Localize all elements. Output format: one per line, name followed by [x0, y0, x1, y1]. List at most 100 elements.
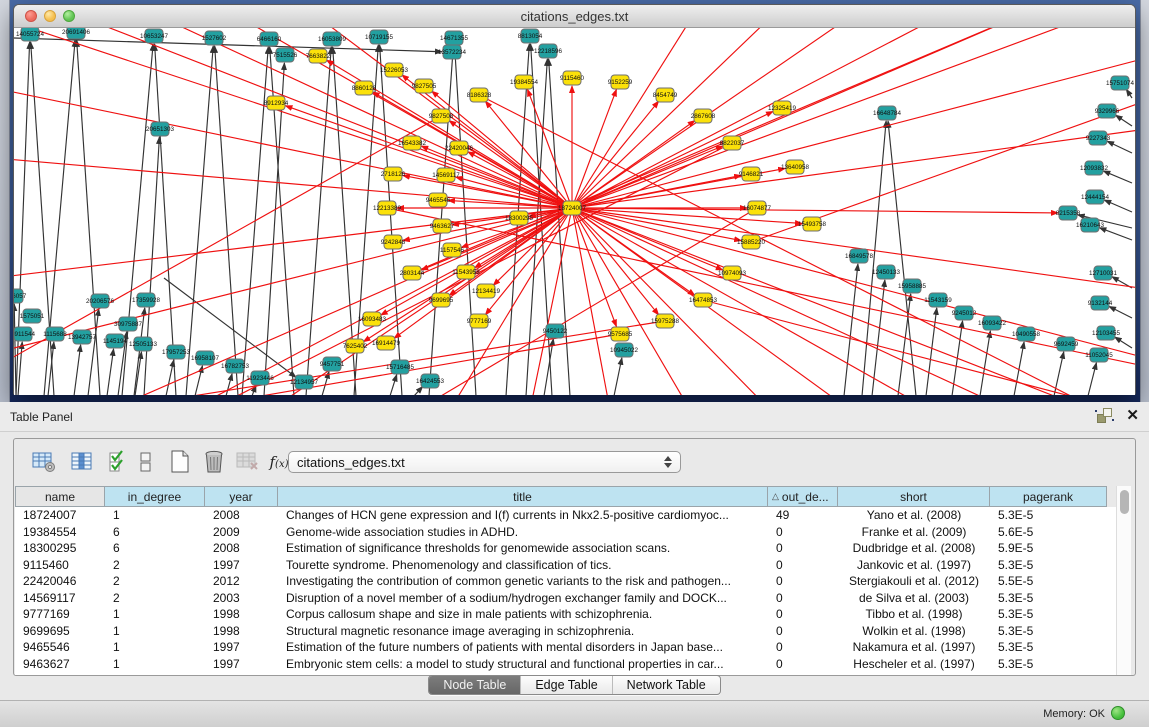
table-row[interactable]: 911546021997Tourette syndrome. Phenomeno…	[15, 557, 1131, 574]
graph-node[interactable]: 1157546	[440, 243, 465, 257]
graph-node[interactable]: 16849578	[845, 249, 874, 263]
graph-node[interactable]: 13942757	[68, 330, 97, 344]
graph-node[interactable]: 16914479	[372, 336, 401, 350]
graph-node[interactable]: 8454749	[653, 88, 678, 102]
tab-node-table[interactable]: Node Table	[429, 676, 520, 694]
graph-node[interactable]: 19384554	[510, 75, 539, 89]
graph-node[interactable]: 3911544	[14, 327, 36, 341]
graph-node[interactable]: 13640958	[781, 160, 810, 174]
graph-node[interactable]: 9692459	[1054, 337, 1079, 351]
table-mode-icon[interactable]	[30, 448, 58, 476]
column-header-pagerank[interactable]: pagerank	[990, 486, 1107, 507]
graph-node[interactable]: 7515526	[273, 48, 298, 62]
graph-node[interactable]: 13572234	[438, 45, 467, 59]
graph-node[interactable]: 9699695	[429, 293, 454, 307]
graph-node[interactable]: 9152259	[608, 75, 633, 89]
table-scrollbar[interactable]	[1116, 486, 1131, 675]
show-columns-icon[interactable]	[68, 448, 96, 476]
graph-node[interactable]: 9329966	[1095, 104, 1120, 118]
graph-node[interactable]: 8860128	[352, 81, 377, 95]
float-window-icon[interactable]	[1097, 408, 1112, 423]
delete-icon[interactable]	[200, 448, 228, 476]
graph-node[interactable]: 10945022	[610, 343, 639, 357]
graph-node[interactable]: 15975288	[651, 314, 680, 328]
graph-node[interactable]: 14671355	[440, 31, 469, 45]
table-scrollbar-thumb[interactable]	[1120, 490, 1129, 514]
graph-node[interactable]: 9827508	[429, 109, 454, 123]
graph-node[interactable]: 6466160	[257, 32, 282, 46]
graph-node[interactable]: 12505133	[129, 337, 158, 351]
graph-node[interactable]: 15885220	[737, 235, 766, 249]
graph-node[interactable]: 2867608	[691, 109, 716, 123]
table-row[interactable]: 1872400712008Changes of HCN gene express…	[15, 507, 1131, 524]
tab-network-table[interactable]: Network Table	[612, 676, 720, 694]
network-selector[interactable]: citations_edges.txt	[288, 451, 681, 473]
tab-edge-table[interactable]: Edge Table	[520, 676, 611, 694]
graph-node[interactable]: 2066057	[14, 289, 27, 303]
graph-node[interactable]: 8215358	[1056, 206, 1081, 220]
table-row[interactable]: 1456911722003Disruption of a novel membe…	[15, 590, 1131, 607]
network-window-titlebar[interactable]: citations_edges.txt	[14, 5, 1135, 28]
graph-node[interactable]: 1145194	[103, 334, 128, 348]
graph-node[interactable]: 9115460	[560, 71, 585, 85]
graph-node[interactable]: 11923446	[246, 371, 274, 385]
graph-node[interactable]: 9827505	[412, 79, 437, 93]
graph-node[interactable]: 12444154	[1081, 190, 1110, 204]
graph-node[interactable]: 16424553	[416, 374, 445, 388]
graph-node[interactable]: 11543159	[924, 293, 952, 307]
checklist-icon[interactable]	[104, 448, 132, 476]
graph-node[interactable]: 15226053	[380, 63, 409, 77]
graph-node[interactable]: 1575051	[20, 309, 45, 323]
graph-node[interactable]: 9146821	[739, 167, 764, 181]
table-row[interactable]: 2242004622012Investigating the contribut…	[15, 573, 1131, 590]
graph-node[interactable]: 9242848	[381, 235, 406, 249]
graph-node[interactable]: 17359928	[132, 293, 161, 307]
graph-node[interactable]: 16053809	[318, 32, 347, 46]
network-graph[interactable]: 1872400791154601938455481863289827508165…	[14, 28, 1135, 395]
graph-node[interactable]: 11052045	[1085, 348, 1113, 362]
graph-node[interactable]: 8186328	[467, 88, 492, 102]
graph-node[interactable]: 8912934	[264, 96, 289, 110]
new-file-icon[interactable]	[166, 448, 194, 476]
graph-node[interactable]: 1527602	[202, 31, 227, 45]
column-header-title[interactable]: title	[278, 486, 768, 507]
graph-node[interactable]: 12450133	[872, 265, 901, 279]
table-row[interactable]: 1830029562008Estimation of significance …	[15, 540, 1131, 557]
column-header-in-degree[interactable]: in_degree	[105, 486, 205, 507]
graph-node[interactable]: 30975887	[114, 317, 143, 331]
graph-node[interactable]: 16074877	[743, 201, 772, 215]
column-header-out-de[interactable]: △out_de...	[768, 486, 838, 507]
graph-node[interactable]: 7625402	[343, 339, 368, 353]
graph-node[interactable]: 2803144	[400, 266, 425, 280]
table-row[interactable]: 977716911998Corpus callosum shape and si…	[15, 606, 1131, 623]
graph-node[interactable]: 9777169	[467, 314, 492, 328]
graph-node[interactable]: 16782753	[221, 359, 250, 373]
memory-status-icon[interactable]	[1111, 706, 1125, 720]
graph-node[interactable]: 15493758	[798, 217, 827, 231]
column-header-short[interactable]: short	[838, 486, 990, 507]
graph-node[interactable]: 16474853	[689, 293, 718, 307]
graph-node[interactable]: 12093832	[1080, 161, 1109, 175]
graph-node[interactable]: 15751074	[1106, 76, 1135, 90]
graph-node[interactable]: 8822037	[720, 136, 745, 150]
graph-node[interactable]: 15716485	[386, 360, 415, 374]
graph-node[interactable]: 2718126	[381, 167, 406, 181]
graph-node[interactable]: 9575685	[608, 327, 633, 341]
graph-node[interactable]: 16093422	[978, 316, 1007, 330]
graph-node[interactable]: 17957253	[162, 345, 191, 359]
graph-node[interactable]: 16958107	[191, 351, 220, 365]
table-row[interactable]: 946362711997Embryonic stem cells: a mode…	[15, 656, 1131, 673]
graph-node[interactable]: 9465546	[426, 193, 451, 207]
graph-node[interactable]: 20206576	[86, 294, 115, 308]
rows-icon[interactable]	[136, 448, 156, 476]
column-header-year[interactable]: year	[205, 486, 278, 507]
graph-node[interactable]: 10719155	[365, 30, 394, 44]
graph-node[interactable]: 9457751	[320, 357, 345, 371]
graph-node[interactable]: 12218596	[534, 44, 563, 58]
graph-node[interactable]: 9132144	[1088, 296, 1113, 310]
graph-node[interactable]: 20691406	[62, 28, 91, 39]
table-row[interactable]: 1938455462009Genome-wide association stu…	[15, 524, 1131, 541]
graph-node[interactable]: 8813054	[518, 29, 543, 43]
graph-node[interactable]: 12134419	[472, 284, 501, 298]
graph-node[interactable]: 9227343	[1086, 131, 1111, 145]
